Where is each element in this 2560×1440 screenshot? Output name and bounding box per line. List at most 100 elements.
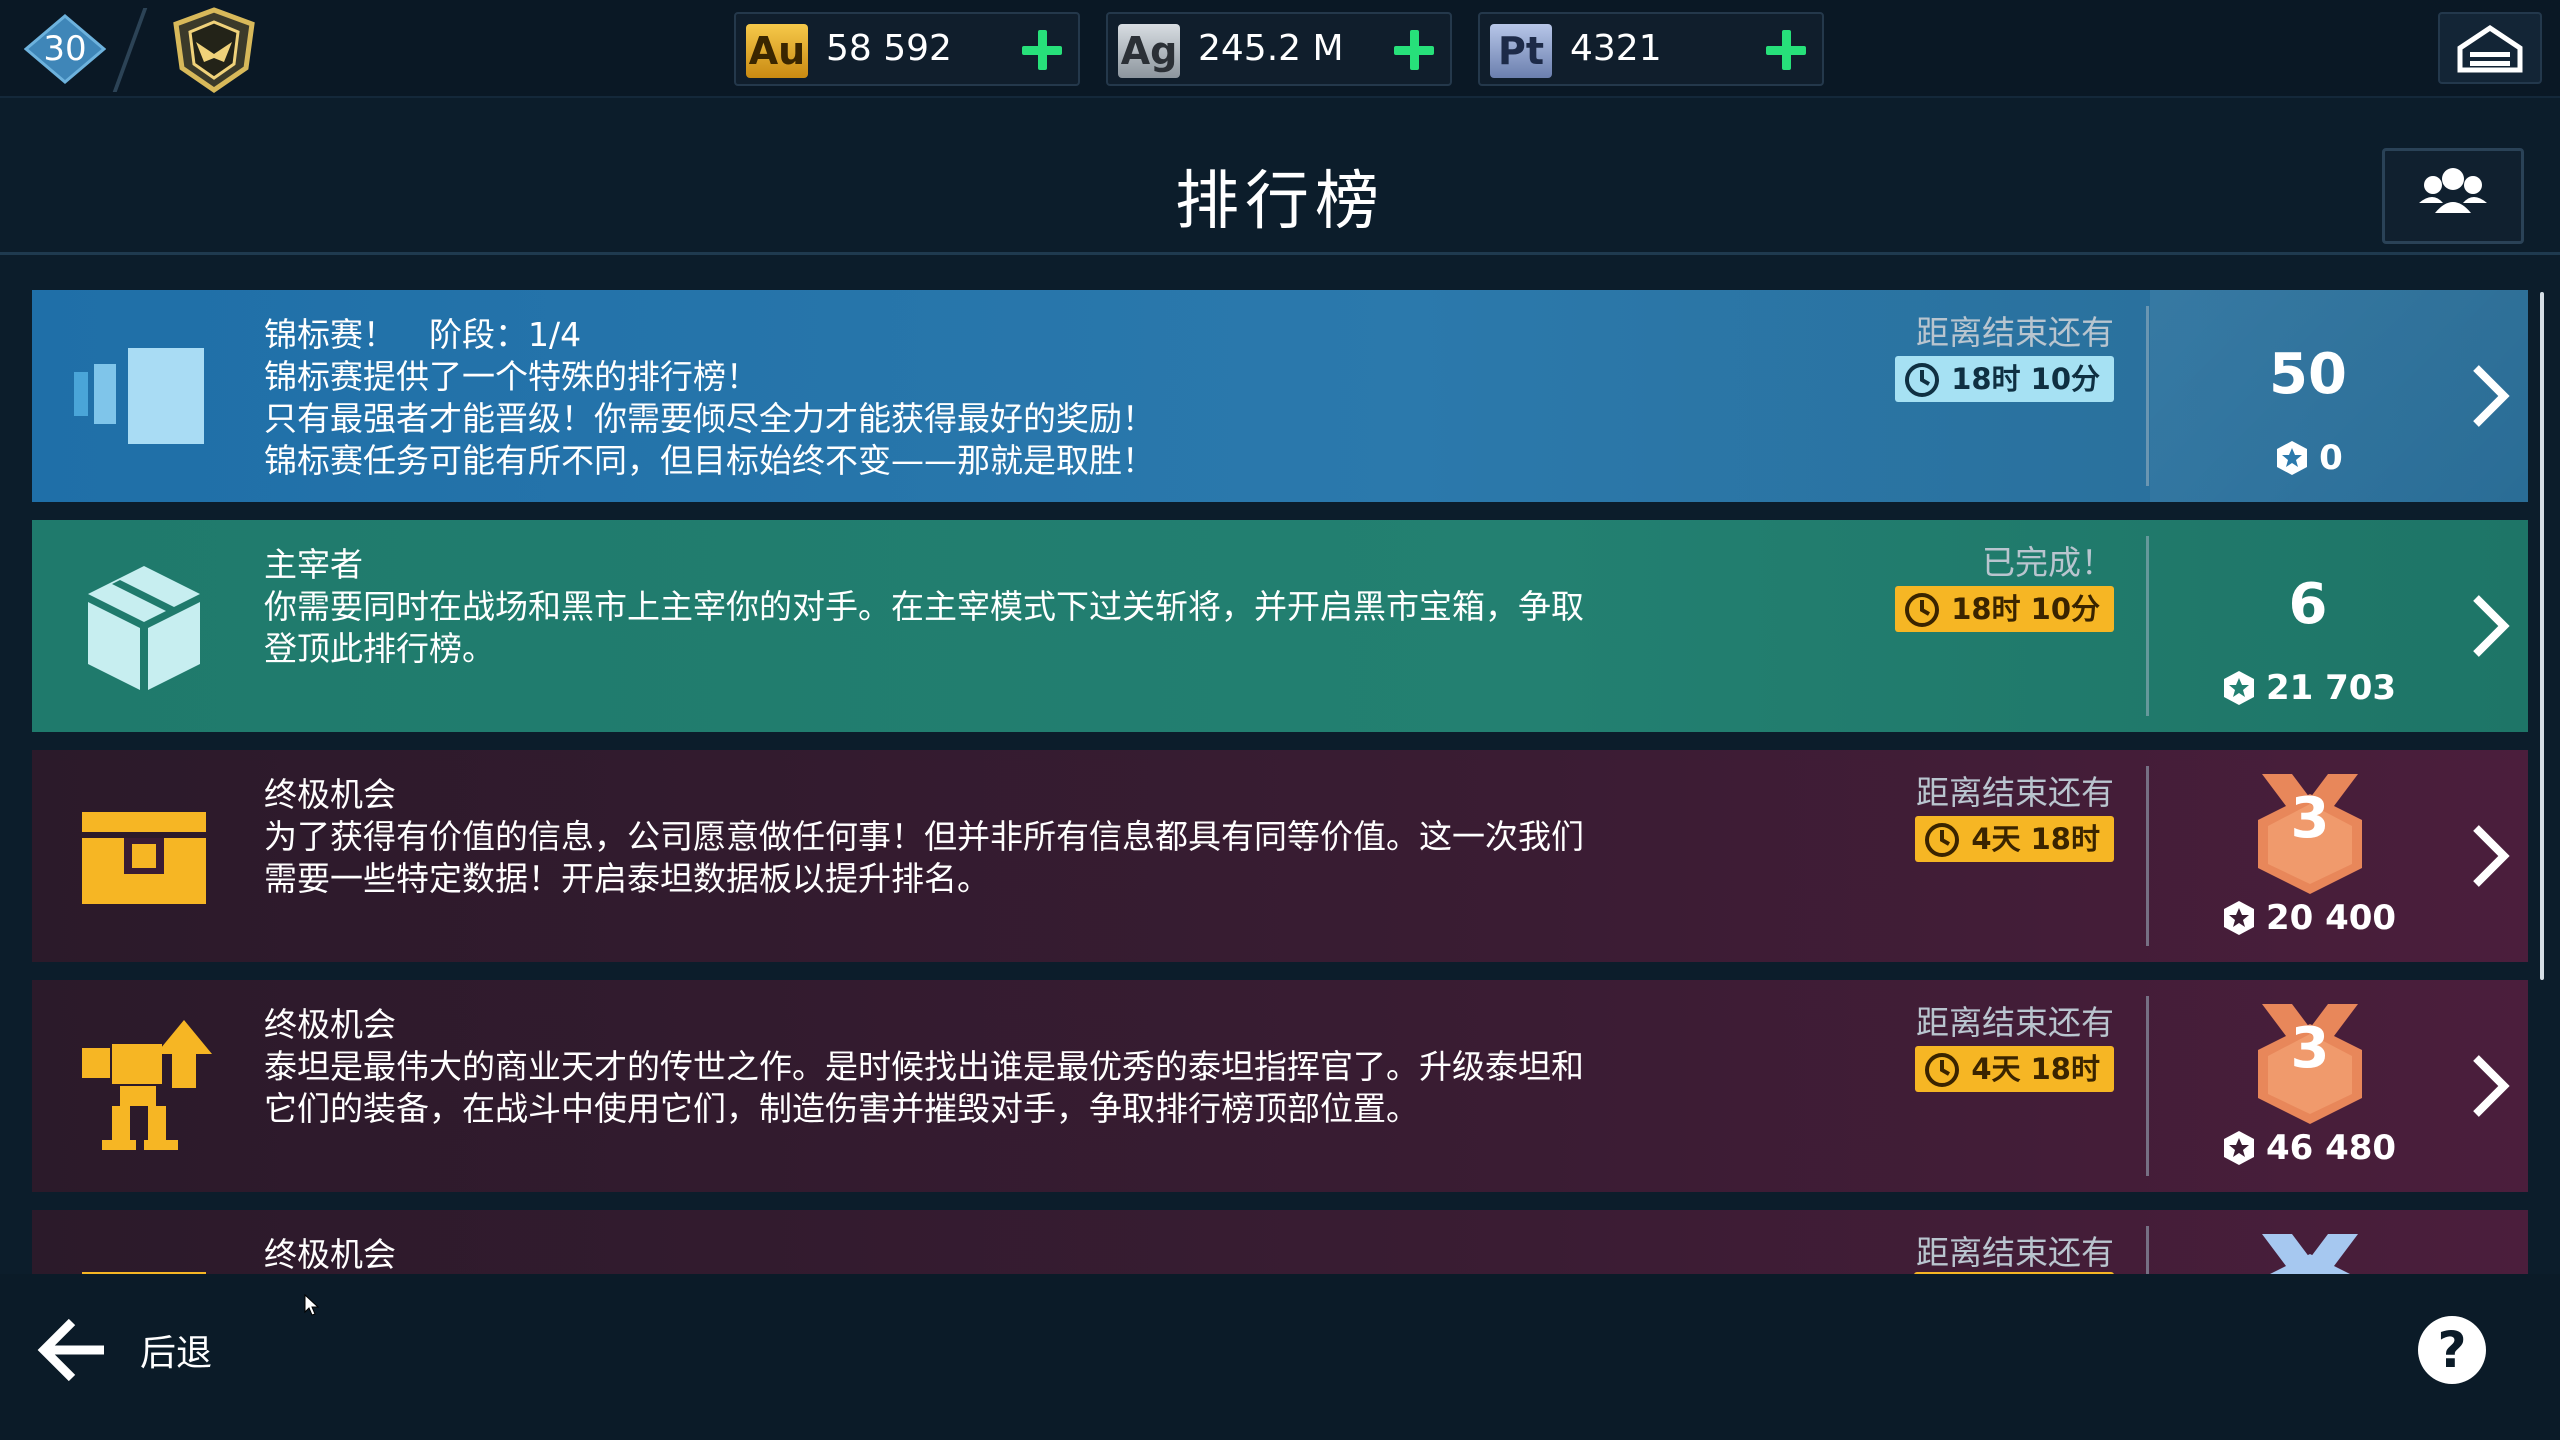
group-icon — [2419, 168, 2487, 213]
time-remaining-label: 距离结束还有 — [1916, 1233, 2114, 1272]
countdown-timer: 4天 18时 — [1915, 816, 2114, 862]
divider — [112, 8, 148, 92]
player-level: 30 — [43, 29, 87, 69]
card-title: 锦标赛！ 阶段：1/4 — [264, 315, 582, 354]
rank-number: 3 — [2290, 786, 2330, 851]
description-line: 锦标赛任务可能有所不同，但目标始终不变——那就是取胜！ — [264, 441, 1155, 480]
score: 20 400 — [2150, 898, 2466, 938]
gold-amount: 58 592 — [826, 28, 952, 69]
card-title: 终极机会 — [264, 775, 396, 814]
card-divider — [2146, 1226, 2149, 1274]
score-value: 0 — [2319, 438, 2343, 478]
time-remaining-label: 距离结束还有 — [1916, 773, 2114, 812]
card-title: 终极机会 — [264, 1005, 396, 1044]
score-value: 46 480 — [2265, 1128, 2397, 1168]
rank-panel: 6 21 703 — [2150, 520, 2528, 732]
rank-number: 3 — [2290, 1016, 2330, 1081]
bottom-bar — [0, 1274, 2560, 1440]
description-line: 登顶此排行榜。 — [264, 629, 495, 668]
chevron-right-icon[interactable] — [2464, 1050, 2514, 1122]
currency-silver: Ag 245.2 M — [1106, 12, 1452, 86]
timer-text: 4天 18时 — [1971, 822, 2100, 856]
card-divider — [2146, 536, 2149, 716]
leaderboard-card-ultimate-chance[interactable]: 终极机会 距离结束还有 — [32, 1210, 2528, 1274]
chevron-right-icon[interactable] — [2464, 820, 2514, 892]
card-description: 泰坦是最伟大的商业天才的传世之作。是时候找出谁是最优秀的泰坦指挥官了。升级泰坦和… — [264, 1046, 1784, 1130]
hangar-home-button[interactable] — [2438, 12, 2542, 84]
score: 46 480 — [2150, 1128, 2466, 1168]
leaderboard-card-ultimate-chance[interactable]: 终极机会 为了获得有价值的信息，公司愿意做任何事！但并非所有信息都具有同等价值。… — [32, 750, 2528, 962]
list-scrollbar[interactable] — [2540, 292, 2544, 980]
card-title: 终极机会 — [264, 1235, 396, 1274]
medal-icon — [2262, 1234, 2358, 1274]
leaderboard-card-ultimate-chance[interactable]: 终极机会 泰坦是最伟大的商业天才的传世之作。是时候找出谁是最优秀的泰坦指挥官了。… — [32, 980, 2528, 1192]
score-value: 20 400 — [2265, 898, 2397, 938]
chest-icon — [82, 1272, 206, 1274]
platinum-icon: Pt — [1490, 24, 1552, 78]
leaderboard-list[interactable]: 锦标赛！ 阶段：1/4 锦标赛提供了一个特殊的排行榜！ 只有最强者才能晋级！你需… — [32, 290, 2528, 1274]
description-line: 只有最强者才能晋级！你需要倾尽全力才能获得最好的奖励！ — [264, 399, 1155, 438]
gold-icon: Au — [746, 24, 808, 78]
time-remaining-label: 距离结束还有 — [1916, 1003, 2114, 1042]
description-line: 为了获得有价值的信息，公司愿意做任何事！但并非所有信息都具有同等价值。这一次我们 — [264, 817, 1584, 856]
rank-panel — [2150, 1210, 2528, 1274]
card-divider — [2146, 306, 2149, 486]
page-title: 排行榜 — [1175, 165, 1385, 239]
silver-icon: Ag — [1118, 24, 1180, 78]
clock-icon — [1905, 593, 1940, 627]
help-button[interactable]: ? — [2418, 1316, 2486, 1384]
rank-panel: 3 20 400 — [2150, 750, 2528, 962]
mouse-cursor-icon — [304, 1294, 320, 1316]
add-gold-button[interactable] — [1020, 28, 1064, 72]
cube-icon — [88, 566, 200, 690]
star-badge-icon — [2277, 441, 2308, 475]
clock-icon — [1925, 823, 1960, 857]
currency-platinum: Pt 4321 — [1478, 12, 1824, 86]
timer-text: 18时 10分 — [1951, 592, 2100, 626]
description-line: 锦标赛提供了一个特殊的排行榜！ — [264, 357, 759, 396]
star-badge-icon — [2223, 1131, 2254, 1165]
hangar-icon — [2457, 24, 2523, 73]
chevron-right-icon[interactable] — [2464, 590, 2514, 662]
back-label: 后退 — [140, 1333, 213, 1374]
star-badge-icon — [2223, 671, 2254, 705]
top-bar: 30 Au 58 592 Ag 245.2 M Pt 4321 — [0, 0, 2560, 98]
chevron-right-icon[interactable] — [2464, 360, 2514, 432]
clock-icon — [1925, 1053, 1960, 1087]
score: 0 — [2150, 438, 2466, 478]
currency-gold: Au 58 592 — [734, 12, 1080, 86]
rank-panel: 50 0 — [2150, 290, 2528, 502]
leaderboard-card-tournament[interactable]: 锦标赛！ 阶段：1/4 锦标赛提供了一个特殊的排行榜！ 只有最强者才能晋级！你需… — [32, 290, 2528, 502]
description-line: 泰坦是最伟大的商业天才的传世之作。是时候找出谁是最优秀的泰坦指挥官了。升级泰坦和 — [264, 1047, 1584, 1086]
countdown-timer: 18时 10分 — [1895, 586, 2114, 632]
header-divider — [0, 252, 2560, 255]
description-line: 需要一些特定数据！开启泰坦数据板以提升排名。 — [264, 859, 990, 898]
tournament-icon — [74, 348, 204, 444]
countdown-timer: 18时 10分 — [1895, 356, 2114, 402]
star-badge-icon — [2223, 901, 2254, 935]
back-button[interactable]: 后退 — [36, 1312, 256, 1388]
player-level-badge[interactable]: 30 — [24, 14, 106, 84]
add-silver-button[interactable] — [1392, 28, 1436, 72]
leaderboard-card-dominator[interactable]: 主宰者 你需要同时在战场和黑市上主宰你的对手。在主宰模式下过关斩将，并开启黑市宝… — [32, 520, 2528, 732]
clock-icon — [1905, 363, 1940, 397]
card-description: 锦标赛提供了一个特殊的排行榜！ 只有最强者才能晋级！你需要倾尽全力才能获得最好的… — [264, 356, 1784, 482]
score: 21 703 — [2150, 668, 2466, 708]
card-description: 为了获得有价值的信息，公司愿意做任何事！但并非所有信息都具有同等价值。这一次我们… — [264, 816, 1784, 900]
description-line: 你需要同时在战场和黑市上主宰你的对手。在主宰模式下过关斩将，并开启黑市宝箱，争取 — [264, 587, 1584, 626]
rank-emblem-icon[interactable] — [166, 6, 262, 94]
card-description: 你需要同时在战场和黑市上主宰你的对手。在主宰模式下过关斩将，并开启黑市宝箱，争取… — [264, 586, 1784, 670]
score-value: 21 703 — [2265, 668, 2397, 708]
card-title: 主宰者 — [264, 545, 363, 584]
add-platinum-button[interactable] — [1764, 28, 1808, 72]
friends-button[interactable] — [2382, 148, 2524, 244]
datapad-chest-icon — [82, 812, 206, 904]
rank-panel: 3 46 480 — [2150, 980, 2528, 1192]
titan-upgrade-icon — [82, 1020, 212, 1150]
timer-text: 4天 18时 — [1971, 1052, 2100, 1086]
rank-number: 50 — [2269, 342, 2347, 407]
card-divider — [2146, 996, 2149, 1176]
card-divider — [2146, 766, 2149, 946]
time-remaining-label: 距离结束还有 — [1916, 313, 2114, 352]
countdown-timer: 4天 18时 — [1915, 1046, 2114, 1092]
